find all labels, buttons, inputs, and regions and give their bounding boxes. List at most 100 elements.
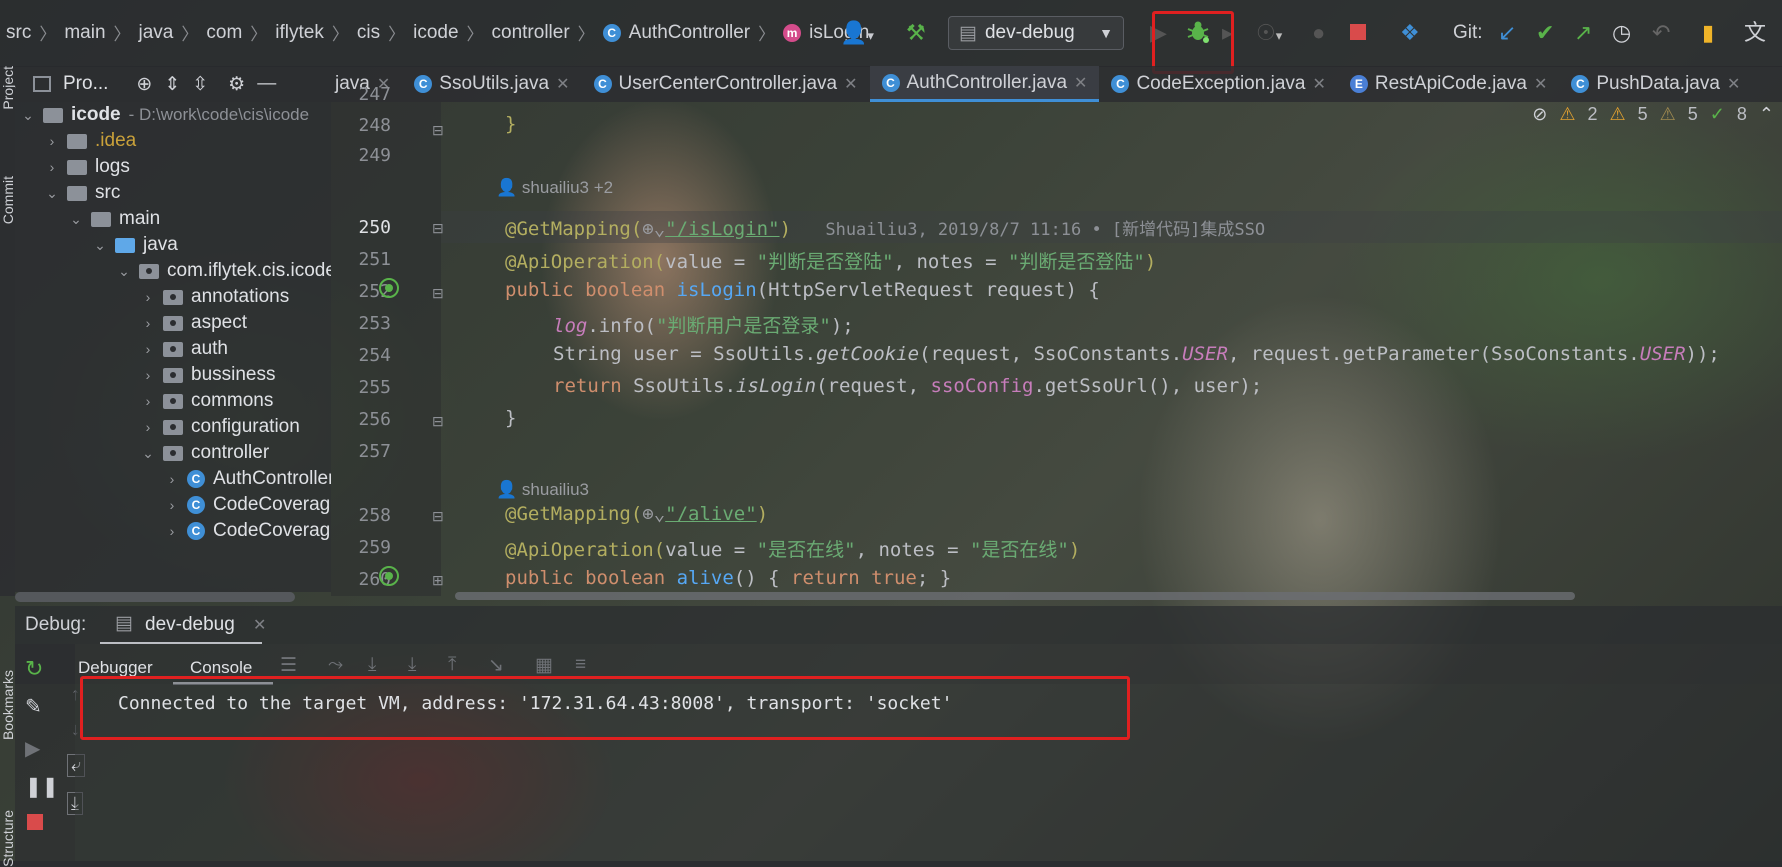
tree-item-icode[interactable]: ⌄ icode - D:\work\code\cis\icode [21,102,309,128]
commit-tool-label[interactable]: Commit [0,176,16,224]
breadcrumb-cis[interactable]: cis [357,22,380,44]
stop-icon[interactable] [1350,18,1366,48]
pause-icon[interactable]: ❚❚ [25,774,59,799]
close-icon[interactable]: ✕ [253,615,266,635]
chevron-right-icon[interactable]: › [141,289,155,305]
tab-console[interactable]: Console [190,658,252,678]
bookmarks-tool-label[interactable]: Bookmarks [0,670,16,740]
tree-item-idea[interactable]: › .idea [45,128,137,154]
tree-horizontal-scrollbar[interactable] [15,592,295,602]
chevron-right-icon[interactable]: › [165,471,179,487]
git-update-icon[interactable]: ↙ [1498,18,1516,48]
step-into-icon[interactable]: ⤓ [368,654,376,676]
user-icon[interactable]: 👤▾ [840,18,874,51]
code-line-255[interactable]: return SsoUtils.isLogin(request, ssoConf… [553,375,1262,397]
author-hint[interactable]: 👤 shuailiu3 +2 [496,178,613,198]
chevron-right-icon[interactable]: › [141,315,155,331]
fold-icon[interactable]: ⊞ [432,572,444,589]
globe-icon[interactable]: ⊕⌄ [642,503,665,525]
evaluate-icon[interactable]: ▦ [535,654,553,677]
tree-item-authcontroller[interactable]: › C AuthController [165,466,331,492]
close-icon[interactable]: ✕ [1727,74,1740,94]
tree-item-codecoverage[interactable]: › C CodeCoverage [165,492,331,518]
inspection-widget[interactable]: ⊘ ⚠ 2 ⚠ 5 ⚠ 5 ✓ 8 ⌃ [1532,104,1774,125]
expand-all-icon[interactable]: ⇕ [164,73,180,96]
code-line-254[interactable]: String user = SsoUtils.getCookie(request… [553,343,1720,365]
code-line-252[interactable]: public boolean isLogin(HttpServletReques… [505,279,1100,301]
chevron-down-icon[interactable]: ⌄ [93,237,107,254]
tab-codeexception[interactable]: C CodeException.java ✕ [1099,66,1337,102]
chevron-down-icon[interactable]: ⌄ [21,107,35,124]
git-rollback-icon[interactable]: ↶ [1652,18,1670,48]
close-icon[interactable]: ✕ [1534,74,1547,94]
step-over-icon[interactable]: ⤳ [328,654,343,676]
wrench-icon[interactable]: ✎ [25,694,42,719]
breadcrumb-main[interactable]: main [64,22,105,44]
project-panel-title[interactable]: Pro... [63,73,108,95]
force-step-into-icon[interactable]: ⤓ [408,654,416,676]
collapse-all-icon[interactable]: ⇳ [192,73,208,96]
tree-item-commons[interactable]: › commons [141,388,274,414]
tree-item-codecoverage-2[interactable]: › C CodeCoverage [165,518,331,544]
git-blame-annotation[interactable]: Shuailiu3, 2019/8/7 11:16 • [新增代码]集成SSO [825,220,1265,240]
tree-item-package-root[interactable]: ⌄ com.iflytek.cis.icode [117,258,331,284]
debug-session-tab[interactable]: dev-debug [145,614,235,636]
tree-item-java[interactable]: ⌄ java [93,232,178,258]
menu-icon[interactable]: ☰ [280,654,297,677]
run-to-cursor-icon[interactable]: ↘ [488,654,504,677]
code-line-253[interactable]: log.info("判断用户是否登录"); [553,311,854,338]
step-out-icon[interactable]: ⤒ [448,654,456,676]
run-configuration-selector[interactable]: ▤ dev-debug ▼ [948,16,1124,50]
code-line-259[interactable]: @ApiOperation(value = "是否在线", notes = "是… [505,535,1080,562]
code-line-248[interactable]: } [505,113,516,135]
breadcrumb-src[interactable]: src [6,22,31,44]
fold-icon[interactable]: ⊟ [432,413,444,430]
chevron-right-icon[interactable]: › [45,159,59,175]
attach-profiler-icon[interactable]: ☉▾ [1256,18,1282,51]
tab-pushdata[interactable]: C PushData.java ✕ [1559,66,1752,102]
code-line-250[interactable]: @GetMapping(⊕⌄"/isLogin") Shuailiu3, 201… [505,215,1265,240]
close-icon[interactable]: ✕ [844,74,857,94]
chevron-right-icon[interactable]: › [141,367,155,383]
rerun-icon[interactable]: ↻ [25,656,43,682]
chevron-down-icon[interactable]: ⌄ [69,211,83,228]
code-line-260[interactable]: public boolean alive() { return true; } [505,567,951,589]
close-icon[interactable]: ✕ [1312,74,1325,94]
chevron-down-icon[interactable]: ⌄ [45,185,59,202]
plugin-icon[interactable]: ▮ [1702,18,1714,48]
globe-icon[interactable]: ⊕⌄ [642,218,665,240]
breadcrumb-icode[interactable]: icode [413,22,458,44]
eye-off-icon[interactable]: ⊘ [1532,104,1547,125]
tree-item-annotations[interactable]: › annotations [141,284,290,310]
code-token[interactable]: "/alive" [665,503,757,525]
tree-item-main[interactable]: ⌄ main [69,206,160,232]
fold-icon[interactable]: ⊟ [432,220,444,237]
search-everywhere-icon[interactable]: ❖ [1400,18,1420,48]
close-icon[interactable]: ✕ [1074,73,1087,93]
tab-usercentercontroller[interactable]: C UserCenterController.java ✕ [582,66,870,102]
project-tool-label[interactable]: Project [0,66,16,110]
chevron-right-icon[interactable]: › [165,497,179,513]
translate-icon[interactable]: 文 [1744,18,1766,48]
code-line-251[interactable]: @ApiOperation(value = "判断是否登陆", notes = … [505,247,1156,274]
record-icon[interactable]: ● [1312,18,1325,48]
tree-item-configuration[interactable]: › configuration [141,414,300,440]
tree-item-controller[interactable]: ⌄ controller [141,440,269,466]
tree-item-logs[interactable]: › logs [45,154,130,180]
git-commit-icon[interactable]: ✔ [1536,18,1554,48]
chevron-right-icon[interactable]: › [141,393,155,409]
fold-icon[interactable]: ⊟ [432,508,444,525]
fold-icon[interactable]: ⊟ [432,122,444,139]
tree-item-bussiness[interactable]: › bussiness [141,362,276,388]
chevron-right-icon[interactable]: › [141,419,155,435]
tab-debugger[interactable]: Debugger [78,658,153,678]
tab-authcontroller[interactable]: C AuthController.java ✕ [869,66,1100,102]
hide-panel-icon[interactable]: — [257,73,276,95]
editor-horizontal-scrollbar[interactable] [455,592,1575,600]
stop-icon[interactable] [27,814,43,836]
trace-icon[interactable]: ≡ [575,654,586,676]
chevron-right-icon[interactable]: › [165,523,179,539]
code-line-256[interactable]: } [505,407,516,429]
chevron-right-icon[interactable]: › [141,341,155,357]
author-hint[interactable]: 👤 shuailiu3 [496,480,589,500]
